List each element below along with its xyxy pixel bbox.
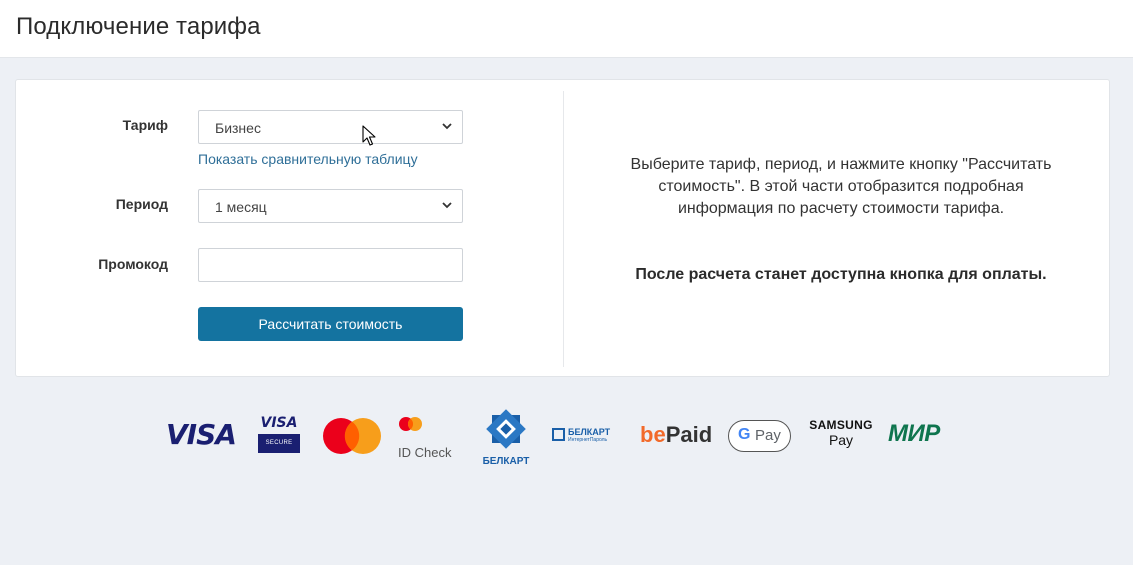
tariff-select[interactable]: Бизнес	[198, 110, 463, 144]
samsung-pay-logo: SAMSUNG Pay	[809, 418, 873, 448]
belkart-star-icon	[486, 409, 526, 449]
promo-input[interactable]	[198, 248, 463, 282]
mastercard-id-check-logo: ID Check	[398, 416, 456, 460]
page-header: Подключение тарифа	[0, 0, 1133, 58]
bepaid-logo: bePaid	[640, 422, 713, 447]
page-title: Подключение тарифа	[16, 13, 261, 40]
tariff-card: Тариф Бизнес Показать сравнительную табл…	[15, 79, 1110, 377]
mir-logo: МИР	[888, 420, 940, 447]
tariff-select-value: Бизнес	[215, 120, 261, 136]
belkart-logo: БЕЛКАРТ	[478, 408, 534, 467]
info-bold-text: После расчета станет доступна кнопка для…	[635, 266, 1047, 283]
visa-secure-logo: VISA SECURE	[258, 415, 300, 455]
promo-label: Промокод	[98, 256, 168, 272]
mouse-cursor-icon	[362, 125, 376, 146]
period-select[interactable]: 1 месяц	[198, 189, 463, 223]
belkart-internetparol-logo: БЕЛКАРТ ИнтернетПароль	[552, 427, 622, 445]
compare-table-link[interactable]: Показать сравнительную таблицу	[198, 151, 418, 167]
mastercard-small-icon	[399, 417, 422, 431]
payment-logos: VISA VISA SECURE ID Check БЕЛКАРТ БЕЛКАР…	[0, 400, 1133, 480]
card-divider	[563, 91, 564, 367]
belkart-square-icon	[552, 428, 565, 441]
google-pay-logo: G Pay	[728, 420, 791, 452]
period-select-value: 1 месяц	[215, 199, 267, 215]
visa-logo: VISA	[166, 418, 237, 451]
period-label: Период	[115, 196, 168, 212]
calculate-button[interactable]: Рассчитать стоимость	[198, 307, 463, 341]
chevron-down-icon	[442, 123, 452, 130]
tariff-label: Тариф	[122, 117, 168, 133]
chevron-down-icon	[442, 202, 452, 209]
info-text: Выберите тариф, период, и нажмите кнопку…	[630, 156, 1052, 217]
mastercard-icon	[323, 418, 381, 454]
